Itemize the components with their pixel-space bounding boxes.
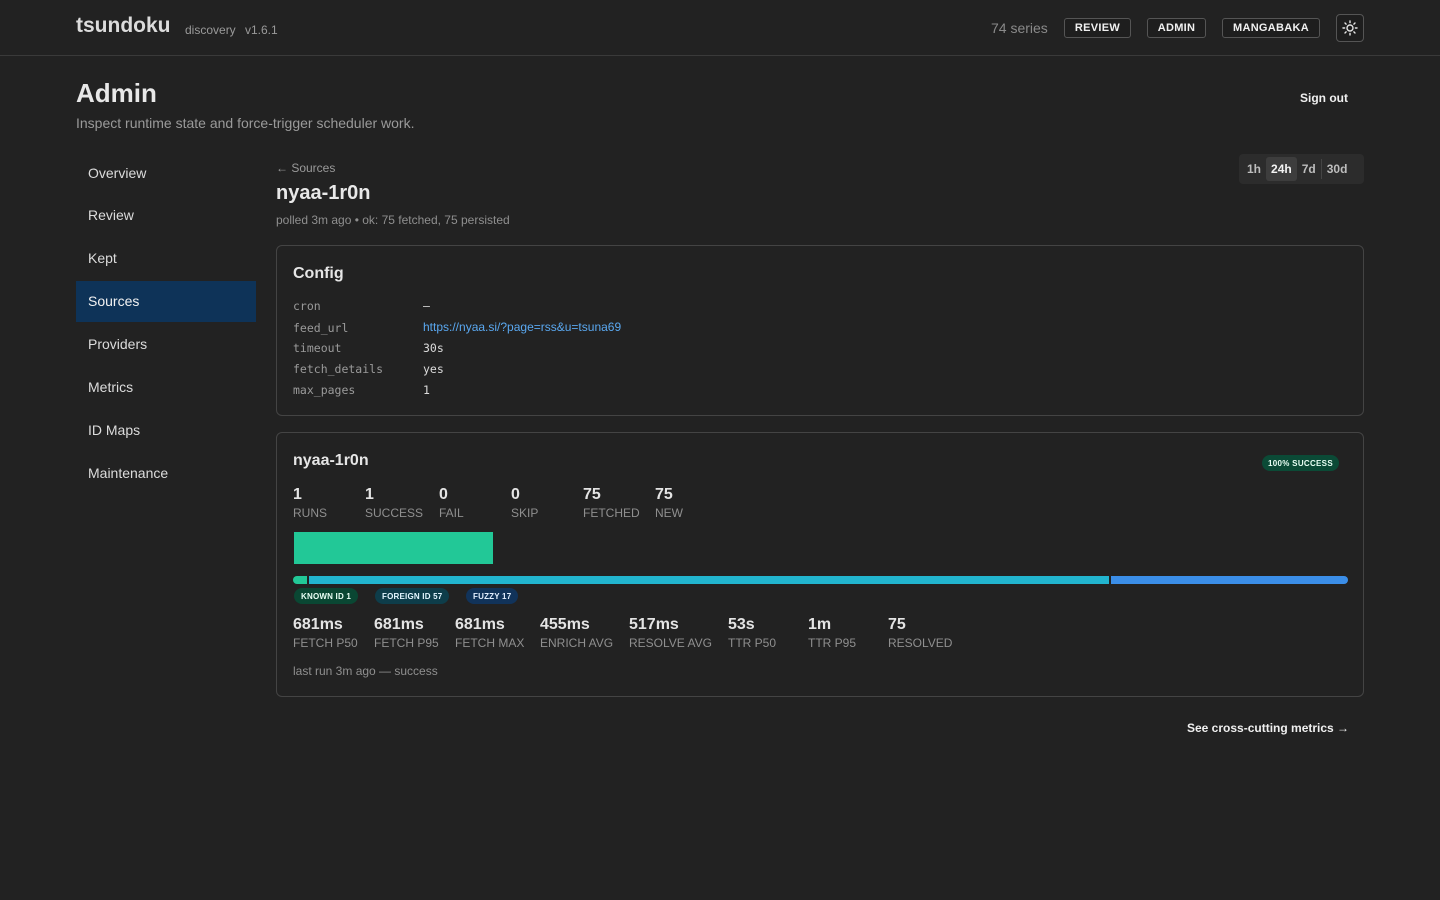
config-key: fetch_details xyxy=(293,362,384,376)
config-value: 30s xyxy=(423,341,444,355)
page-subtitle: Inspect runtime state and force-trigger … xyxy=(76,115,415,131)
config-key: timeout xyxy=(293,341,342,355)
split-segment-foreign-id xyxy=(307,576,1109,584)
source-title: nyaa-1r0n xyxy=(276,182,371,204)
nav-review-button[interactable]: REVIEW xyxy=(1064,18,1131,38)
timing-label: ENRICH AVG xyxy=(540,636,614,650)
page-title: Admin xyxy=(76,78,157,108)
timing-value: 681ms xyxy=(374,616,424,633)
timing-label: FETCH P50 xyxy=(293,636,358,650)
stat-fetched: 75 FETCHED xyxy=(583,486,640,520)
timing-fetch-p95: 681ms FETCH P95 xyxy=(374,616,439,650)
stat-label: FAIL xyxy=(439,506,464,520)
series-count: 74 series xyxy=(991,20,1048,36)
range-1h-button[interactable]: 1h xyxy=(1242,157,1266,181)
nav-admin-button[interactable]: ADMIN xyxy=(1147,18,1206,38)
timing-value: 517ms xyxy=(629,616,679,633)
range-24h-button[interactable]: 24h xyxy=(1266,157,1297,181)
resolution-split-bar xyxy=(293,576,1348,584)
stat-label: RUNS xyxy=(293,506,328,520)
last-run-status: last run 3m ago — success xyxy=(293,664,438,678)
run-history-bar[interactable] xyxy=(294,532,493,564)
stat-value: 0 xyxy=(439,486,448,503)
success-rate-badge: 100% SUCCESS xyxy=(1262,455,1339,471)
stat-success: 1 SUCCESS xyxy=(365,486,423,520)
timing-label: FETCH MAX xyxy=(455,636,525,650)
sidebar-item-id-maps[interactable]: ID Maps xyxy=(76,409,256,450)
foreign-id-pill: FOREIGN ID 57 xyxy=(375,588,450,604)
stat-skip: 0 SKIP xyxy=(511,486,538,520)
theme-toggle-button[interactable] xyxy=(1336,14,1364,42)
admin-sidebar: Overview Review Kept Sources Providers M… xyxy=(76,152,256,495)
sidebar-item-overview[interactable]: Overview xyxy=(76,152,256,193)
config-key: cron xyxy=(293,299,321,313)
source-stats-card: nyaa-1r0n 100% SUCCESS 1 RUNS 1 SUCCESS … xyxy=(276,432,1364,697)
fuzzy-pill: FUZZY 17 xyxy=(466,588,519,604)
config-value: — xyxy=(423,299,430,313)
stat-label: SKIP xyxy=(511,506,539,520)
back-to-sources-link[interactable]: ← Sources xyxy=(276,161,335,175)
timing-ttr-p95: 1m TTR P95 xyxy=(808,616,856,650)
timing-resolved: 75 RESOLVED xyxy=(888,616,952,650)
app-subtitle: discovery xyxy=(185,23,236,37)
feed-url-link[interactable]: https://nyaa.si/?page=rss&u=tsuna69 xyxy=(423,320,621,334)
time-range-selector: 1h 24h 7d 30d xyxy=(1239,154,1364,184)
stat-value: 1 xyxy=(365,486,374,503)
stat-label: SUCCESS xyxy=(365,506,424,520)
timing-label: TTR P50 xyxy=(728,636,777,650)
config-key: feed_url xyxy=(293,321,349,335)
stat-runs: 1 RUNS xyxy=(293,486,327,520)
timing-value: 681ms xyxy=(455,616,505,633)
stat-value: 75 xyxy=(655,486,673,503)
stat-new: 75 NEW xyxy=(655,486,683,520)
sidebar-item-review[interactable]: Review xyxy=(76,195,256,236)
config-card: Config cron — feed_url https://nyaa.si/?… xyxy=(276,245,1364,416)
split-segment-fuzzy xyxy=(1108,576,1348,584)
timing-value: 455ms xyxy=(540,616,590,633)
split-segment-known-id xyxy=(293,576,308,584)
timing-value: 75 xyxy=(888,616,906,633)
timing-ttr-p50: 53s TTR P50 xyxy=(728,616,776,650)
timing-value: 53s xyxy=(728,616,755,633)
sidebar-item-maintenance[interactable]: Maintenance xyxy=(76,452,256,493)
sign-out-button[interactable]: Sign out xyxy=(1300,91,1348,105)
timing-label: RESOLVE AVG xyxy=(629,636,712,650)
timing-value: 681ms xyxy=(293,616,343,633)
nav-mangabaka-button[interactable]: MANGABAKA xyxy=(1222,18,1320,38)
timing-fetch-p50: 681ms FETCH P50 xyxy=(293,616,358,650)
sidebar-item-metrics[interactable]: Metrics xyxy=(76,366,256,407)
range-7d-button[interactable]: 7d xyxy=(1297,157,1321,181)
stat-label: FETCHED xyxy=(583,506,640,520)
config-title: Config xyxy=(293,265,344,282)
timing-label: TTR P95 xyxy=(808,636,857,650)
stats-title: nyaa-1r0n xyxy=(293,452,369,469)
sidebar-item-providers[interactable]: Providers xyxy=(76,324,256,365)
config-value: 1 xyxy=(423,383,430,397)
timing-label: FETCH P95 xyxy=(374,636,439,650)
stat-value: 0 xyxy=(511,486,520,503)
timing-value: 1m xyxy=(808,616,832,633)
source-poll-status: polled 3m ago • ok: 75 fetched, 75 persi… xyxy=(276,213,510,227)
stat-value: 75 xyxy=(583,486,601,503)
app-logo[interactable]: tsundoku xyxy=(76,14,171,38)
timing-enrich-avg: 455ms ENRICH AVG xyxy=(540,616,613,650)
sidebar-item-sources[interactable]: Sources xyxy=(76,280,256,322)
sun-icon xyxy=(1342,20,1358,36)
known-id-pill: KNOWN ID 1 xyxy=(294,588,358,604)
top-bar: tsundoku discovery v1.6.1 74 series REVI… xyxy=(0,0,1440,56)
stat-fail: 0 FAIL xyxy=(439,486,464,520)
app-version: v1.6.1 xyxy=(245,23,278,37)
timing-fetch-max: 681ms FETCH MAX xyxy=(455,616,524,650)
config-value: yes xyxy=(423,362,444,376)
config-key: max_pages xyxy=(293,383,356,397)
sidebar-item-kept[interactable]: Kept xyxy=(76,238,256,279)
timing-resolve-avg: 517ms RESOLVE AVG xyxy=(629,616,712,650)
stat-label: NEW xyxy=(655,506,683,520)
timing-label: RESOLVED xyxy=(888,636,953,650)
stat-value: 1 xyxy=(293,486,302,503)
cross-cutting-metrics-link[interactable]: See cross-cutting metrics → xyxy=(1187,721,1349,735)
range-30d-button[interactable]: 30d xyxy=(1322,157,1353,181)
